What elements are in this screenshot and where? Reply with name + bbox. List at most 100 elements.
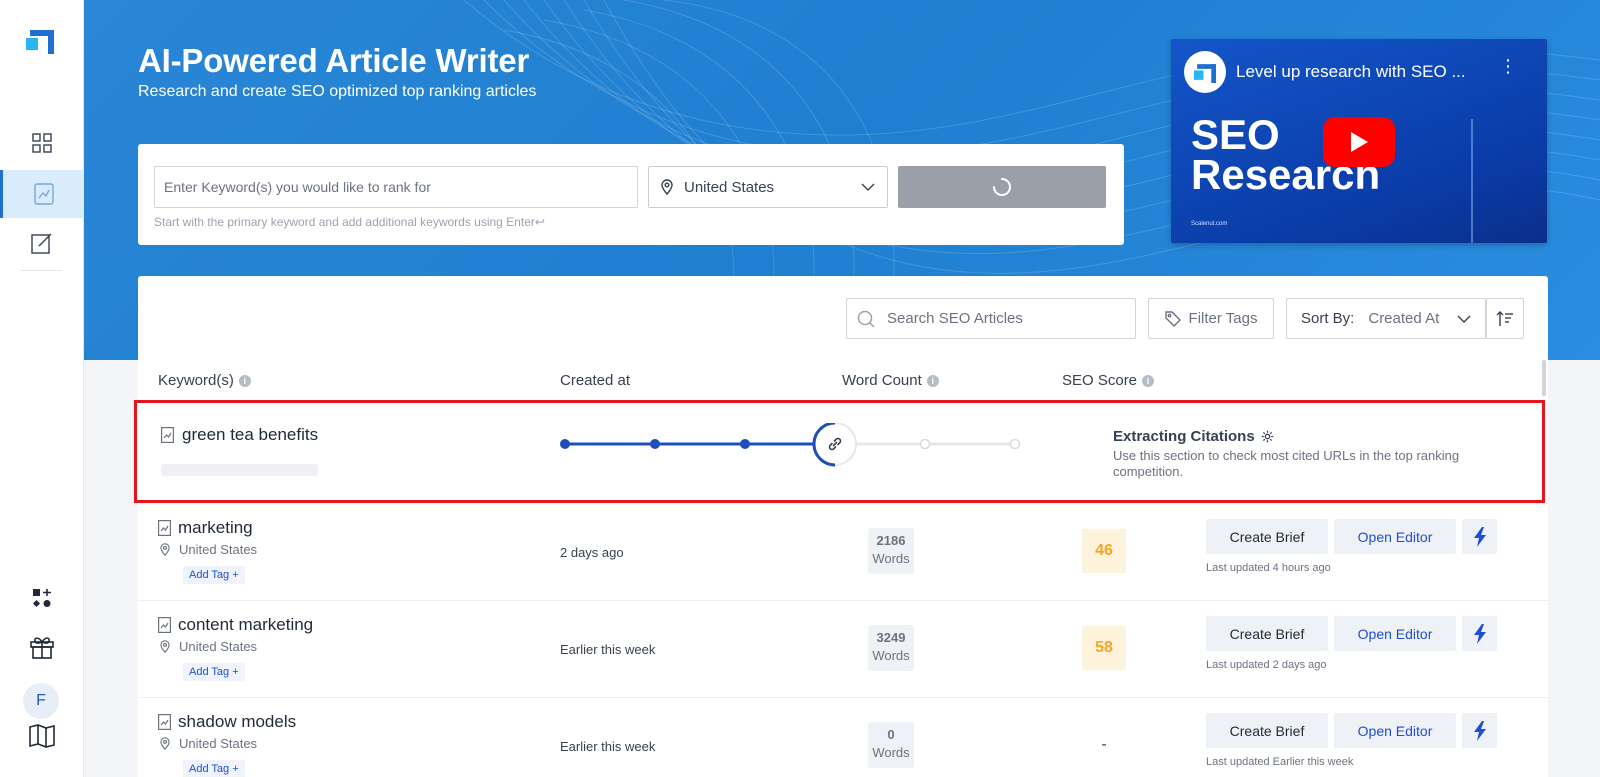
add-tag-button[interactable]: Add Tag + [183, 663, 245, 681]
status-title: Extracting Citations [1113, 428, 1274, 445]
keyword-input[interactable] [154, 166, 638, 208]
column-created-label: Created at [560, 372, 631, 389]
lightning-bolt-icon [1473, 720, 1486, 741]
loading-placeholder [161, 464, 318, 476]
location-pin-icon [160, 543, 170, 556]
sidebar-item-gift[interactable] [0, 623, 84, 671]
apps-add-icon [32, 589, 51, 608]
table-row[interactable]: shadow models United States Add Tag + Ea… [138, 697, 1548, 777]
article-writer-icon [33, 183, 54, 205]
status-title-label: Extracting Citations [1113, 428, 1255, 445]
column-keywords-label: Keyword(s) [158, 372, 234, 389]
column-header-created: Created at [560, 372, 630, 389]
video-title[interactable]: Level up research with SEO ... [1236, 62, 1466, 82]
edit-document-icon [31, 233, 52, 254]
research-submit-button[interactable] [898, 166, 1106, 208]
row-location: United States [160, 542, 257, 557]
row-keyword[interactable]: marketing [158, 518, 253, 538]
app-logo-icon[interactable] [26, 26, 54, 54]
dashboard-grid-icon [32, 133, 52, 153]
sidebar-item-docs[interactable] [0, 712, 84, 760]
seo-score-badge: - [1101, 736, 1107, 753]
quick-action-button[interactable] [1462, 519, 1497, 554]
page-subtitle: Research and create SEO optimized top ra… [138, 83, 537, 100]
play-icon [1351, 132, 1368, 152]
add-tag-button[interactable]: Add Tag + [183, 566, 245, 584]
info-icon[interactable]: i [238, 374, 251, 387]
lightning-bolt-icon [1473, 623, 1486, 644]
more-options-icon[interactable]: ⋮ [1499, 57, 1517, 75]
row-created: Earlier this week [560, 642, 656, 657]
document-chart-icon [158, 714, 171, 730]
gear-icon [1261, 430, 1273, 443]
row-keyword-label: content marketing [178, 615, 314, 634]
row-keyword-label: marketing [178, 518, 253, 537]
sidebar-item-article-writer[interactable] [0, 170, 84, 218]
play-button[interactable] [1323, 117, 1395, 167]
document-chart-icon [161, 427, 174, 443]
processing-row[interactable]: green tea benefits Extracting Citations … [134, 400, 1545, 503]
row-last-updated: Last updated Earlier this week [1206, 756, 1354, 768]
tutorial-video[interactable]: Level up research with SEO ... ⋮ SEO Res… [1171, 39, 1547, 243]
create-brief-button[interactable]: Create Brief [1206, 519, 1328, 554]
seo-score-badge: 58 [1082, 626, 1126, 670]
open-editor-button[interactable]: Open Editor [1334, 519, 1456, 554]
info-icon[interactable]: i [926, 374, 939, 387]
row-location-label: United States [179, 736, 258, 751]
processing-keyword: green tea benefits [161, 425, 318, 445]
row-keyword[interactable]: content marketing [158, 615, 313, 635]
keyword-hint: Start with the primary keyword and add a… [154, 215, 545, 229]
sort-direction-button[interactable] [1486, 298, 1524, 339]
progress-step-done [740, 439, 750, 449]
row-keyword-label: shadow models [178, 712, 297, 731]
sort-by-label: Sort By: [1301, 310, 1355, 327]
row-created: Earlier this week [560, 739, 656, 754]
chevron-down-icon [1457, 315, 1471, 323]
location-pin-icon [160, 737, 170, 750]
table-row[interactable]: marketing United States Add Tag + 2 days… [138, 503, 1548, 601]
channel-logo-icon [1194, 64, 1216, 83]
word-count-value: 2186 [876, 533, 906, 548]
sidebar-item-dashboard[interactable] [0, 119, 84, 167]
sidebar-item-apps[interactable] [0, 574, 84, 622]
row-location-label: United States [179, 639, 258, 654]
location-value: United States [684, 178, 775, 196]
channel-avatar[interactable] [1184, 51, 1226, 93]
create-brief-button[interactable]: Create Brief [1206, 713, 1328, 748]
sort-by-value: Created At [1368, 310, 1440, 327]
word-count-unit: Words [872, 551, 910, 566]
lightning-bolt-icon [1473, 526, 1486, 547]
sort-by-select[interactable]: Sort By: Created At [1286, 298, 1486, 339]
quick-action-button[interactable] [1462, 616, 1497, 651]
chevron-down-icon [861, 183, 875, 191]
filter-tags-button[interactable]: Filter Tags [1148, 298, 1274, 339]
page-title: AI-Powered Article Writer [138, 42, 530, 79]
sidebar-item-editor[interactable] [0, 219, 84, 267]
column-header-keywords: Keyword(s) i [158, 372, 251, 389]
row-last-updated: Last updated 2 days ago [1206, 659, 1327, 671]
open-editor-button[interactable]: Open Editor [1334, 713, 1456, 748]
create-brief-button[interactable]: Create Brief [1206, 616, 1328, 651]
row-keyword[interactable]: shadow models [158, 712, 296, 732]
progress-step-done [560, 439, 570, 449]
scrollbar[interactable] [1542, 360, 1546, 396]
open-editor-button[interactable]: Open Editor [1334, 616, 1456, 651]
info-icon[interactable]: i [1142, 374, 1155, 387]
processing-keyword-label: green tea benefits [182, 425, 319, 444]
sort-descending-icon [1496, 310, 1513, 326]
search-articles-placeholder: Search SEO Articles [887, 310, 1023, 327]
location-select[interactable]: United States [648, 166, 888, 208]
search-articles-input[interactable]: Search SEO Articles [846, 298, 1136, 339]
sidebar-divider [20, 270, 62, 271]
word-count-value: 3249 [876, 630, 906, 645]
add-tag-button[interactable]: Add Tag + [183, 760, 245, 777]
table-row[interactable]: content marketing United States Add Tag … [138, 600, 1548, 698]
progress-step-done [650, 439, 660, 449]
progress-tracker [560, 423, 1021, 467]
seo-score-badge: 46 [1082, 529, 1126, 573]
word-count-unit: Words [872, 745, 910, 760]
row-created: 2 days ago [560, 545, 624, 560]
quick-action-button[interactable] [1462, 713, 1497, 748]
location-pin-icon [661, 179, 673, 195]
tag-icon [1164, 310, 1181, 327]
